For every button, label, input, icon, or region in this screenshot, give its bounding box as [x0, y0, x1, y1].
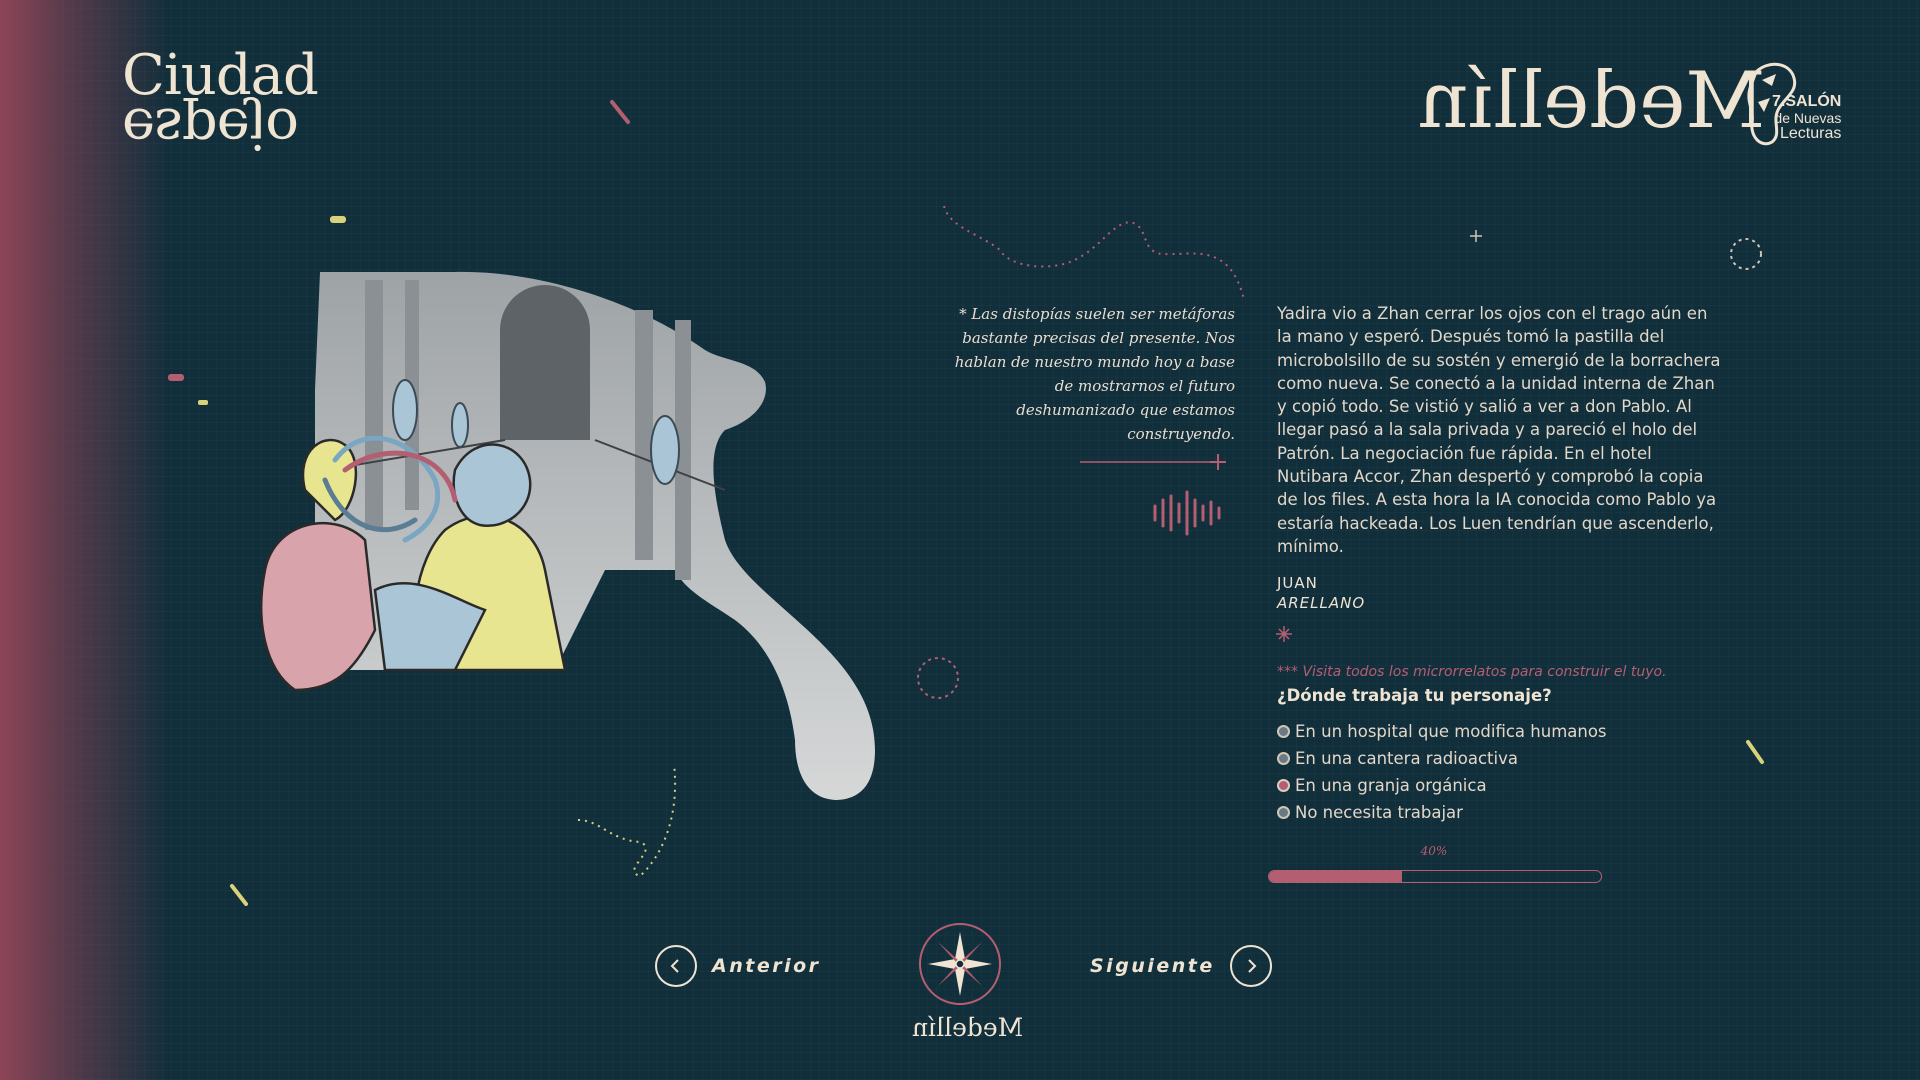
compass-home-button[interactable] [918, 922, 1002, 1006]
story-illustration [260, 271, 875, 800]
quiz-question: ¿Dónde trabaja tu personaje? [1277, 686, 1552, 705]
quiz-option-no-trabajar[interactable]: No necesita trabajar [1277, 799, 1697, 826]
author-last-name: ARELLANO [1277, 594, 1366, 612]
quiz-option-hospital[interactable]: En un hospital que modifica humanos [1277, 718, 1697, 745]
chevron-left-icon[interactable] [655, 945, 697, 987]
quiz-option-label: En una granja orgánica [1295, 776, 1487, 795]
quiz-hint: *** Visita todos los microrrelatos para … [1277, 664, 1667, 680]
quiz-options: En un hospital que modifica humanos En u… [1277, 718, 1697, 826]
author-first-name: JUAN [1277, 574, 1318, 592]
previous-label[interactable]: Anterior [712, 955, 821, 977]
progress-fill [1269, 871, 1402, 882]
radio-button[interactable] [1277, 752, 1290, 765]
quiz-option-label: En una cantera radioactiva [1295, 749, 1518, 768]
next-label[interactable]: Siguiente [1090, 955, 1215, 977]
chevron-right-icon[interactable] [1229, 945, 1272, 987]
quiz-option-cantera[interactable]: En una cantera radioactiva [1277, 745, 1697, 772]
radio-button[interactable] [1277, 779, 1290, 792]
quiz-option-granja[interactable]: En una granja orgánica [1277, 772, 1697, 799]
radio-button[interactable] [1277, 725, 1290, 738]
progress-bar [1268, 870, 1602, 883]
dystopia-quote: * Las distopías suelen ser metáforas bas… [954, 305, 1235, 443]
radio-button[interactable] [1277, 806, 1290, 819]
footer-medellin-logo: Medellín [912, 1013, 1024, 1042]
previous-button[interactable]: Anterior [655, 945, 821, 987]
progress-label: 40% [1420, 844, 1448, 858]
compass-rose-icon [919, 923, 1001, 1005]
story-text: Yadira vio a Zhan cerrar los ojos con el… [1277, 304, 1721, 556]
next-button[interactable]: Siguiente [1090, 945, 1272, 987]
footer-medellin-text: Medellín [912, 1013, 1024, 1042]
quiz-option-label: En un hospital que modifica humanos [1295, 722, 1607, 741]
quiz-option-label: No necesita trabajar [1295, 803, 1463, 822]
